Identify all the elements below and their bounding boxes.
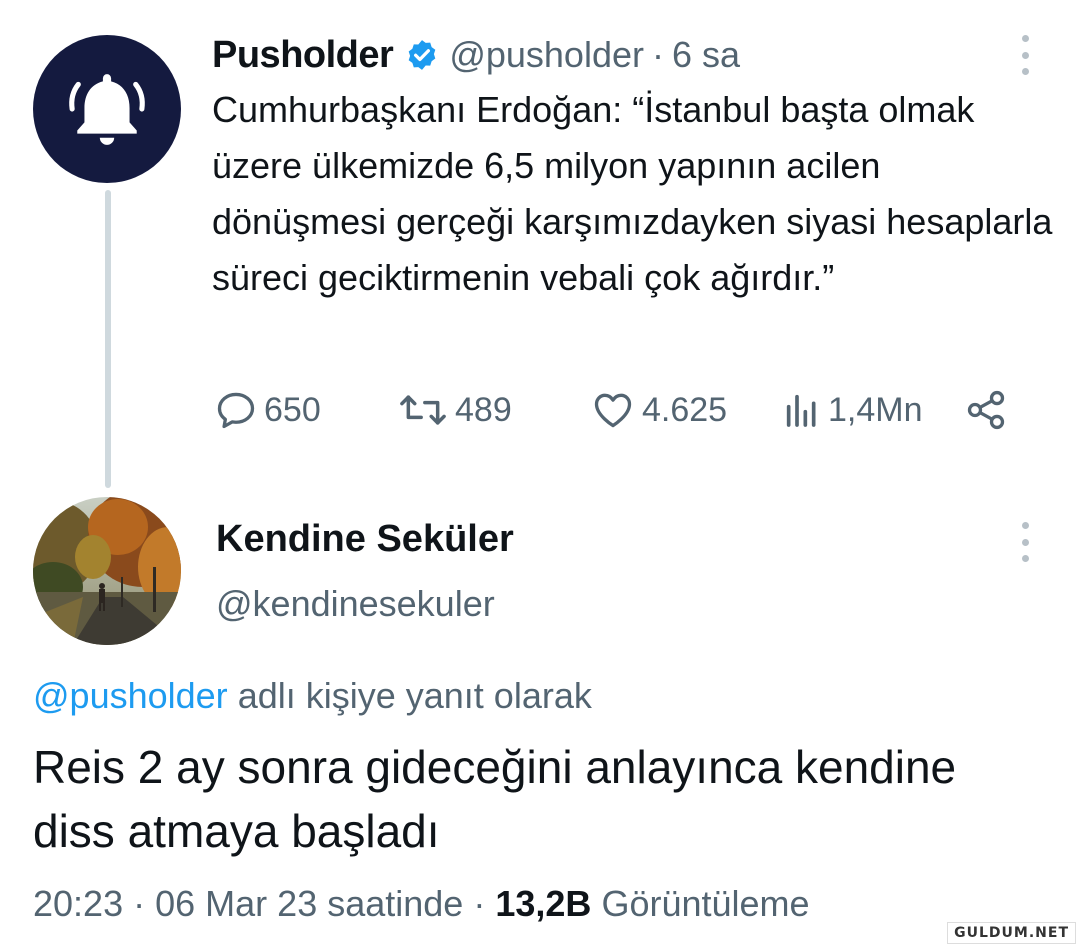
share-button[interactable]: [964, 385, 1014, 435]
retweet-count: 489: [455, 390, 512, 429]
reply-context: @pusholder adlı kişiye yanıt olarak: [33, 675, 592, 717]
reply-button[interactable]: 650: [214, 385, 321, 435]
reply-date[interactable]: 06 Mar 23 saatinde: [155, 883, 463, 924]
views-count: 1,4Mn: [828, 390, 923, 429]
tweet-thread: Pusholder @pusholder · 6 sa Cumhurbaşkan…: [0, 0, 1080, 947]
share-icon: [967, 390, 1005, 430]
reply-views-label: Görüntüleme: [601, 883, 810, 924]
reply-icon: [217, 392, 255, 429]
reply-display-name[interactable]: Kendine Seküler: [216, 518, 514, 561]
separator-dot: ·: [651, 34, 664, 75]
retweet-icon: [400, 395, 446, 425]
more-vertical-icon[interactable]: [1013, 35, 1037, 75]
reply-views-count: 13,2B: [495, 883, 592, 924]
reply-context-mention[interactable]: @pusholder: [33, 675, 228, 716]
avatar-pusholder[interactable]: [33, 35, 181, 183]
reply-time[interactable]: 20:23: [33, 883, 123, 924]
reply-user-handle[interactable]: @kendinesekuler: [216, 583, 495, 625]
tweet-text: Cumhurbaşkanı Erdoğan: “İstanbul başta o…: [212, 89, 1053, 298]
reply-meta: 20:23 · 06 Mar 23 saatinde · 13,2B Görün…: [33, 883, 810, 925]
tweet-actions: 650 489 4.625 1,4Mn: [212, 385, 1032, 435]
views-button[interactable]: 1,4Mn: [782, 385, 923, 435]
display-name[interactable]: Pusholder: [212, 34, 394, 77]
meta-separator-dot: ·: [133, 883, 146, 924]
thread-connector-line: [105, 190, 111, 488]
avatar-kendinesekuler[interactable]: [33, 497, 181, 645]
reply-count: 650: [264, 390, 321, 429]
meta-separator-dot-2: ·: [473, 883, 486, 924]
autumn-park-photo: [33, 497, 181, 645]
views-icon: [786, 394, 816, 427]
retweet-button[interactable]: 489: [397, 385, 512, 435]
watermark: GULDUM.NET: [947, 922, 1076, 944]
tweet-time[interactable]: 6 sa: [672, 34, 740, 76]
reply-text: Reis 2 ay sonra gideceğini anlayınca ken…: [33, 741, 957, 857]
tweet-header: Pusholder @pusholder · 6 sa: [212, 30, 740, 80]
like-count: 4.625: [642, 390, 728, 429]
heart-icon: [594, 393, 632, 428]
bell-icon: [69, 74, 145, 145]
reply-more-vertical-icon[interactable]: [1013, 522, 1037, 562]
like-button[interactable]: 4.625: [590, 385, 727, 435]
verified-badge-icon: [405, 38, 439, 72]
user-handle[interactable]: @pusholder: [449, 34, 644, 76]
reply-context-label: adlı kişiye yanıt olarak: [237, 675, 592, 716]
